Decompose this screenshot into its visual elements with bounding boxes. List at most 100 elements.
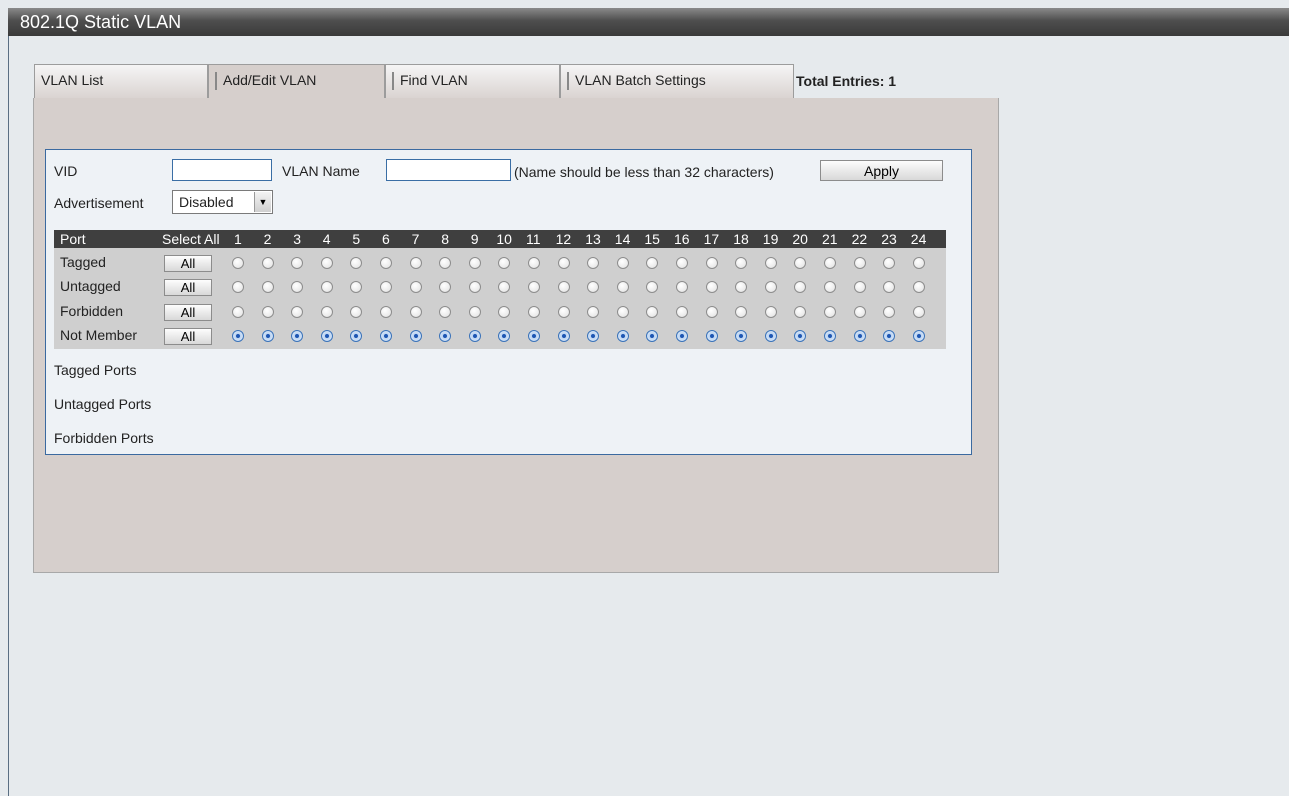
port-radio[interactable] bbox=[439, 330, 452, 342]
port-radio[interactable] bbox=[409, 330, 422, 342]
port-radio[interactable] bbox=[380, 306, 392, 318]
port-radio[interactable] bbox=[528, 281, 540, 293]
port-radio[interactable] bbox=[468, 330, 481, 342]
port-radio[interactable] bbox=[616, 330, 629, 342]
port-radio[interactable] bbox=[498, 330, 511, 342]
port-radio[interactable] bbox=[439, 306, 452, 318]
port-radio[interactable] bbox=[439, 281, 452, 293]
port-radio[interactable] bbox=[261, 306, 274, 318]
port-radio[interactable] bbox=[261, 330, 274, 342]
port-radio[interactable] bbox=[587, 330, 600, 342]
port-radio[interactable] bbox=[616, 257, 629, 269]
port-radio[interactable] bbox=[291, 306, 304, 318]
port-radio[interactable] bbox=[380, 281, 392, 293]
port-radio[interactable] bbox=[824, 281, 836, 293]
port-radio[interactable] bbox=[557, 306, 570, 318]
port-radio[interactable] bbox=[320, 281, 333, 293]
vlan-name-input[interactable] bbox=[386, 159, 511, 181]
port-radio[interactable] bbox=[261, 281, 274, 293]
port-radio[interactable] bbox=[764, 281, 777, 293]
port-radio[interactable] bbox=[468, 306, 481, 318]
port-radio[interactable] bbox=[853, 306, 866, 318]
select-all-button[interactable]: All bbox=[164, 279, 212, 296]
port-radio[interactable] bbox=[912, 330, 925, 342]
tab-add-edit-vlan[interactable]: Add/Edit VLAN bbox=[208, 64, 385, 100]
port-radio[interactable] bbox=[705, 257, 718, 269]
select-all-button[interactable]: All bbox=[164, 255, 212, 272]
port-radio[interactable] bbox=[794, 281, 807, 293]
port-radio[interactable] bbox=[350, 281, 363, 293]
port-radio[interactable] bbox=[705, 281, 718, 293]
port-radio[interactable] bbox=[794, 306, 807, 318]
port-radio[interactable] bbox=[764, 306, 777, 318]
port-radio[interactable] bbox=[350, 306, 363, 318]
tab-vlan-batch-settings[interactable]: VLAN Batch Settings bbox=[560, 64, 794, 99]
port-radio[interactable] bbox=[232, 257, 244, 269]
apply-button[interactable]: Apply bbox=[820, 160, 943, 181]
select-all-button[interactable]: All bbox=[164, 328, 212, 345]
advertisement-select[interactable]: Disabled ▼ bbox=[172, 190, 273, 214]
port-radio[interactable] bbox=[676, 257, 688, 269]
port-radio[interactable] bbox=[320, 330, 333, 342]
port-radio[interactable] bbox=[883, 330, 896, 342]
port-radio[interactable] bbox=[705, 330, 718, 342]
port-radio[interactable] bbox=[232, 330, 244, 342]
port-radio[interactable] bbox=[528, 306, 540, 318]
port-radio[interactable] bbox=[646, 257, 659, 269]
port-radio[interactable] bbox=[350, 330, 363, 342]
port-radio[interactable] bbox=[853, 257, 866, 269]
port-radio[interactable] bbox=[912, 281, 925, 293]
port-radio[interactable] bbox=[646, 306, 659, 318]
port-radio[interactable] bbox=[291, 281, 304, 293]
port-radio[interactable] bbox=[409, 281, 422, 293]
port-radio[interactable] bbox=[735, 306, 748, 318]
port-radio[interactable] bbox=[912, 306, 925, 318]
port-radio[interactable] bbox=[261, 257, 274, 269]
port-radio[interactable] bbox=[528, 257, 540, 269]
port-radio[interactable] bbox=[409, 257, 422, 269]
port-radio[interactable] bbox=[587, 257, 600, 269]
port-radio[interactable] bbox=[735, 281, 748, 293]
port-radio[interactable] bbox=[468, 281, 481, 293]
port-radio[interactable] bbox=[676, 306, 688, 318]
port-radio[interactable] bbox=[824, 306, 836, 318]
port-radio[interactable] bbox=[498, 306, 511, 318]
port-radio[interactable] bbox=[350, 257, 363, 269]
port-radio[interactable] bbox=[794, 330, 807, 342]
port-radio[interactable] bbox=[735, 330, 748, 342]
port-radio[interactable] bbox=[824, 257, 836, 269]
port-radio[interactable] bbox=[616, 281, 629, 293]
port-radio[interactable] bbox=[409, 306, 422, 318]
chevron-down-icon[interactable]: ▼ bbox=[254, 192, 271, 212]
port-radio[interactable] bbox=[557, 330, 570, 342]
port-radio[interactable] bbox=[232, 281, 244, 293]
vid-input[interactable] bbox=[172, 159, 272, 181]
port-radio[interactable] bbox=[557, 281, 570, 293]
port-radio[interactable] bbox=[883, 257, 896, 269]
port-radio[interactable] bbox=[439, 257, 452, 269]
port-radio[interactable] bbox=[676, 330, 688, 342]
port-radio[interactable] bbox=[380, 257, 392, 269]
port-radio[interactable] bbox=[705, 306, 718, 318]
port-radio[interactable] bbox=[587, 281, 600, 293]
port-radio[interactable] bbox=[646, 330, 659, 342]
port-radio[interactable] bbox=[735, 257, 748, 269]
port-radio[interactable] bbox=[794, 257, 807, 269]
port-radio[interactable] bbox=[498, 281, 511, 293]
port-radio[interactable] bbox=[883, 281, 896, 293]
port-radio[interactable] bbox=[616, 306, 629, 318]
port-radio[interactable] bbox=[853, 281, 866, 293]
tab-vlan-list[interactable]: VLAN List bbox=[34, 64, 208, 99]
port-radio[interactable] bbox=[557, 257, 570, 269]
port-radio[interactable] bbox=[764, 330, 777, 342]
port-radio[interactable] bbox=[824, 330, 836, 342]
port-radio[interactable] bbox=[676, 281, 688, 293]
port-radio[interactable] bbox=[528, 330, 540, 342]
port-radio[interactable] bbox=[320, 257, 333, 269]
port-radio[interactable] bbox=[587, 306, 600, 318]
port-radio[interactable] bbox=[764, 257, 777, 269]
port-radio[interactable] bbox=[912, 257, 925, 269]
port-radio[interactable] bbox=[646, 281, 659, 293]
port-radio[interactable] bbox=[380, 330, 392, 342]
port-radio[interactable] bbox=[468, 257, 481, 269]
